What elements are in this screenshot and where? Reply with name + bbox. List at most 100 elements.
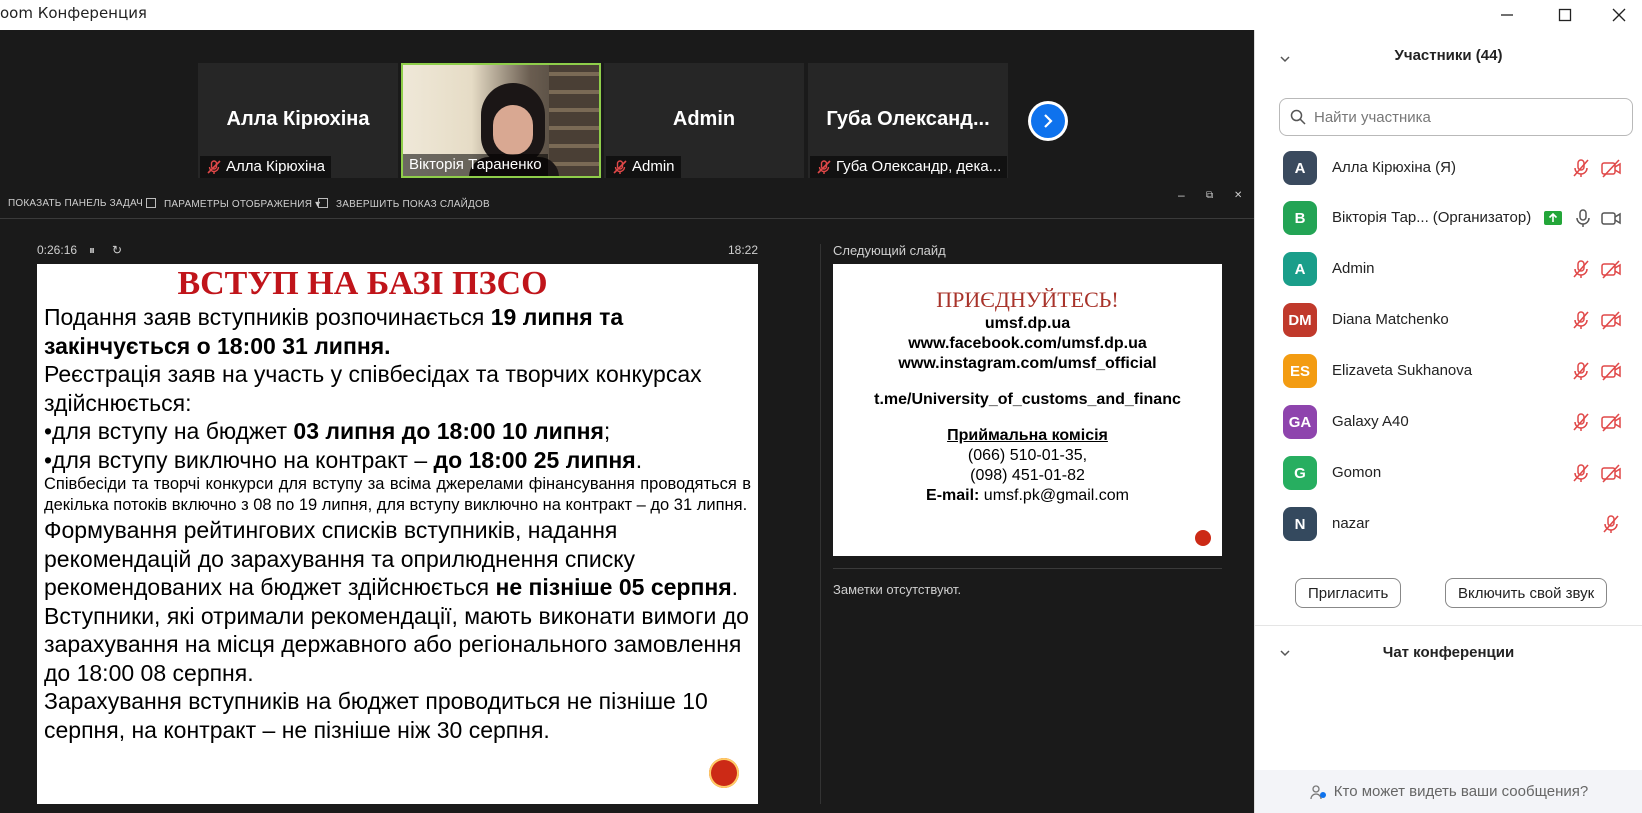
participant-name: Алла Кірюхіна (Я) — [1332, 159, 1456, 176]
panel-divider — [1255, 625, 1642, 626]
mic-muted-icon[interactable] — [1570, 258, 1592, 280]
avatar: N — [1283, 507, 1317, 541]
video-tile-1[interactable]: Вікторія Тараненко — [401, 63, 601, 178]
avatar: GA — [1283, 405, 1317, 439]
mic-muted-icon — [207, 160, 221, 174]
mic-muted-icon[interactable] — [1570, 309, 1592, 331]
window-title: oom Конференция — [0, 4, 147, 22]
video-tile-name: Губа Олександ... — [826, 108, 990, 130]
participant-name: nazar — [1332, 515, 1370, 532]
email-value: umsf.pk@gmail.com — [979, 487, 1129, 504]
video-tile-label: Губа Олександр, дека... — [810, 156, 1008, 178]
participant-row[interactable]: N nazar — [1255, 500, 1642, 550]
next-slide-phone: (098) 451-01-82 — [970, 467, 1085, 484]
participant-name: Вікторія Тар... (Организатор) — [1332, 209, 1531, 226]
video-tile-2[interactable]: Admin Admin — [604, 63, 804, 178]
presenter-minimize-button[interactable]: – — [1178, 188, 1185, 202]
participant-search-input[interactable] — [1314, 107, 1614, 127]
record-indicator-icon — [709, 758, 739, 788]
video-tile-0[interactable]: Алла Кірюхіна Алла Кірюхіна — [198, 63, 398, 178]
next-slide-committee: Приймальна комісія — [947, 427, 1108, 444]
chat-visibility-text: Кто может видеть ваши сообщения? — [1333, 783, 1589, 800]
next-slide-line: t.me/University_of_customs_and_financ — [874, 391, 1181, 408]
video-off-icon[interactable] — [1600, 462, 1622, 484]
participant-row[interactable]: G Gomon — [1255, 449, 1642, 499]
participant-row[interactable]: DM Diana Matchenko — [1255, 296, 1642, 346]
slideshow-timer: 0:26:16 — [37, 243, 78, 257]
slide-paragraph-small: Співбесіди та творчі конкурси для вступу… — [44, 475, 751, 514]
video-bookshelf — [549, 65, 599, 176]
invite-button[interactable]: Пригласить — [1295, 578, 1402, 608]
end-slideshow-button[interactable]: ЗАВЕРШИТЬ ПОКАЗ СЛАЙДОВ — [318, 198, 490, 210]
slide-paragraph: Реєстрація заяв на участь у співбесідах … — [44, 361, 702, 416]
minimize-button[interactable] — [1484, 0, 1530, 30]
video-tile-label-text: Алла Кірюхіна — [226, 158, 325, 175]
email-label: E-mail: — [926, 487, 980, 504]
pause-timer-button[interactable]: ⏸ — [89, 243, 95, 258]
slide-paragraph: •для вступу виключно на контракт – до 18… — [44, 446, 751, 475]
presenter-divider — [0, 218, 1254, 219]
chevron-right-icon — [1044, 114, 1053, 128]
next-slide-label: Следующий слайд — [833, 243, 946, 258]
video-icon[interactable] — [1600, 207, 1622, 229]
presenter-close-button[interactable]: ✕ — [1234, 190, 1242, 201]
display-settings-button[interactable]: ПАРАМЕТРЫ ОТОБРАЖЕНИЯ ▾ — [146, 198, 320, 210]
participant-row[interactable]: A Admin — [1255, 245, 1642, 295]
slide-paragraph: Подання заяв вступників розпочинається 1… — [44, 303, 751, 360]
slide-title: ВСТУП НА БАЗІ ПЗСО — [177, 265, 548, 302]
slide-text: . — [731, 574, 739, 600]
restart-timer-button[interactable]: ↻ — [112, 243, 122, 257]
avatar: В — [1283, 201, 1317, 235]
participant-role: (Организатор) — [1432, 209, 1532, 226]
unmute-myself-button[interactable]: Включить свой звук — [1445, 578, 1608, 608]
participant-row[interactable]: GA Galaxy A40 — [1255, 398, 1642, 448]
participant-row[interactable]: ES Elizaveta Sukhanova — [1255, 347, 1642, 397]
next-slide-phone: (066) 510-01-35, — [967, 447, 1088, 464]
mic-muted-icon[interactable] — [1600, 513, 1622, 535]
video-off-icon[interactable] — [1600, 309, 1622, 331]
slide-paragraph: Зарахування вступників на бюджет проводи… — [44, 688, 708, 743]
video-off-icon[interactable] — [1600, 258, 1622, 280]
next-videos-button[interactable] — [1028, 101, 1068, 141]
people-icon — [1310, 784, 1326, 799]
next-slide-title: ПРИЄДНУЙТЕСЬ! — [936, 287, 1119, 312]
participant-name: Elizaveta Sukhanova — [1332, 362, 1473, 379]
participant-search[interactable] — [1279, 98, 1633, 136]
mic-muted-icon[interactable] — [1570, 157, 1592, 179]
slide-paragraph: Вступники, які отримали рекомендації, ма… — [44, 602, 749, 686]
notes-divider — [833, 568, 1222, 569]
current-slide: ВСТУП НА БАЗІ ПЗСО Подання заяв вступник… — [37, 264, 758, 804]
chat-header: Чат конференции — [1382, 644, 1515, 661]
video-off-icon[interactable] — [1600, 411, 1622, 433]
video-off-icon[interactable] — [1600, 360, 1622, 382]
presenter-restore-button[interactable]: ⧉ — [1206, 190, 1213, 201]
slide-text: •для вступу на бюджет — [44, 418, 294, 444]
show-taskbar-button[interactable]: ПОКАЗАТЬ ПАНЕЛЬ ЗАДАЧ — [8, 198, 143, 209]
maximize-button[interactable] — [1542, 0, 1588, 30]
next-slide-line: www.facebook.com/umsf.dp.ua — [908, 335, 1147, 352]
participant-row[interactable]: В Вікторія Тар... (Организатор) — [1255, 194, 1642, 244]
slide-paragraph: Формування рейтингових списків вступникі… — [44, 516, 751, 602]
participant-row[interactable]: A Алла Кірюхіна (Я) — [1255, 144, 1642, 194]
video-tile-3[interactable]: Губа Олександ... Губа Олександр, дека... — [808, 63, 1008, 178]
next-slide-preview[interactable]: ПРИЄДНУЙТЕСЬ! umsf.dp.ua www.facebook.co… — [833, 264, 1222, 556]
avatar: A — [1283, 252, 1317, 286]
mic-muted-icon — [817, 160, 831, 174]
maximize-icon — [1558, 8, 1572, 22]
display-settings-label: ПАРАМЕТРЫ ОТОБРАЖЕНИЯ ▾ — [164, 199, 321, 210]
show-taskbar-label: ПОКАЗАТЬ ПАНЕЛЬ ЗАДАЧ — [8, 198, 143, 209]
mic-muted-icon[interactable] — [1570, 411, 1592, 433]
mic-icon[interactable] — [1572, 207, 1594, 229]
close-button[interactable] — [1596, 0, 1642, 30]
mic-muted-icon[interactable] — [1570, 462, 1592, 484]
avatar: ES — [1283, 354, 1317, 388]
monitor-icon — [146, 198, 156, 208]
chat-visibility-link[interactable]: Кто может видеть ваши сообщения? — [1255, 770, 1642, 813]
video-off-icon[interactable] — [1600, 157, 1622, 179]
video-tile-name: Алла Кірюхіна — [226, 108, 370, 130]
mic-muted-icon[interactable] — [1570, 360, 1592, 382]
slide-separator — [820, 244, 821, 804]
record-indicator-icon — [1195, 530, 1211, 546]
slide-body: Подання заяв вступників розпочинається 1… — [37, 303, 758, 744]
slide-paragraph: •для вступу на бюджет 03 липня до 18:00 … — [44, 417, 751, 446]
